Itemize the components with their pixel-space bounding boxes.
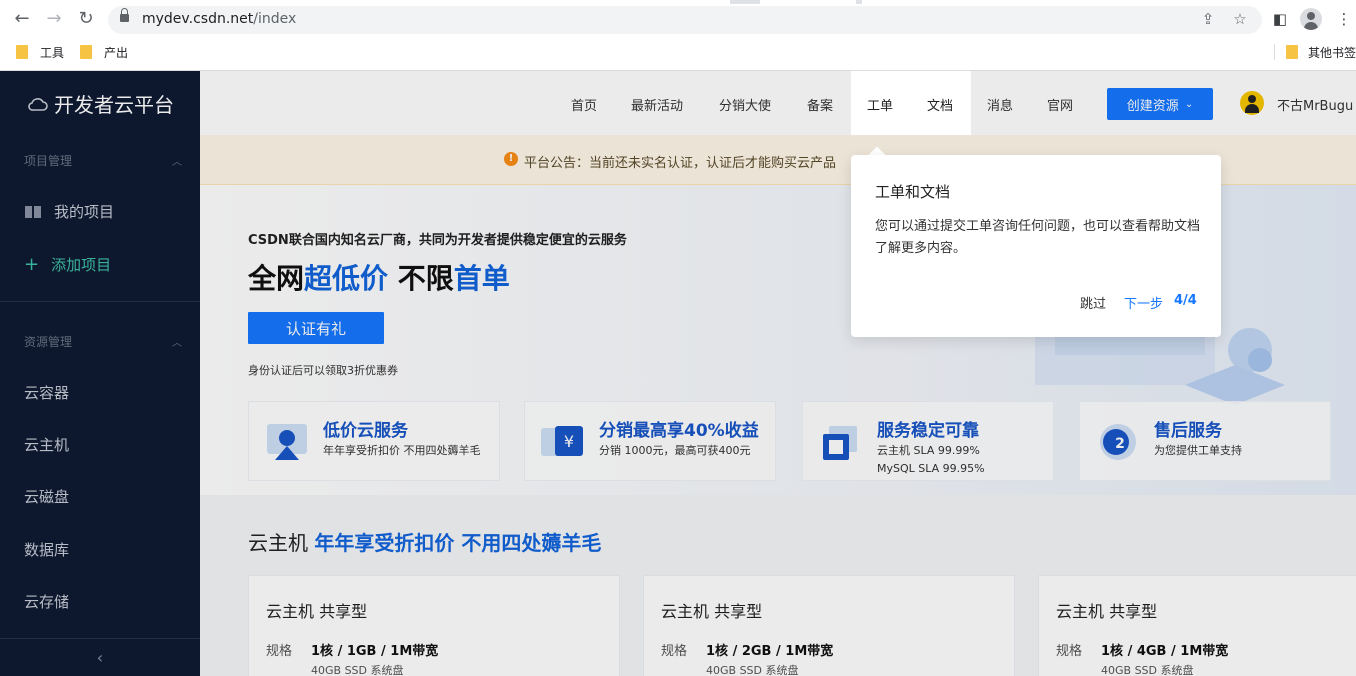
folder-icon xyxy=(1286,45,1298,59)
skip-button[interactable]: 跳过 xyxy=(1080,293,1106,312)
browser-chrome: ← → ↻ mydev.csdn.net/index ⇪ ☆ ◧ ⋮ 工具 产出… xyxy=(0,0,1356,71)
tour-highlight: 工单 文档 xyxy=(851,71,971,135)
folder-icon xyxy=(80,45,92,59)
tour-popover: 工单和文档 您可以通过提交工单咨询任何问题，也可以查看帮助文档了解更多内容。 跳… xyxy=(851,155,1221,337)
highlight-tickets[interactable]: 工单 xyxy=(867,95,893,114)
bookmark-star-icon[interactable]: ☆ xyxy=(1230,10,1250,28)
profile-icon[interactable] xyxy=(1299,7,1323,31)
menu-kebab-icon[interactable]: ⋮ xyxy=(1332,7,1356,31)
folder-icon xyxy=(16,45,28,59)
popover-title: 工单和文档 xyxy=(875,183,951,201)
lock-icon[interactable] xyxy=(120,8,129,22)
back-icon[interactable]: ← xyxy=(10,7,34,31)
highlight-docs[interactable]: 文档 xyxy=(927,95,953,114)
url-text[interactable]: mydev.csdn.net/index xyxy=(142,11,296,27)
address-bar[interactable]: mydev.csdn.net/index ⇪ ☆ xyxy=(108,6,1262,34)
step-counter: 4/4 xyxy=(1174,293,1197,308)
bookmarks-bar: 工具 产出 其他书签 xyxy=(0,38,1356,66)
bookmark-folder-tools[interactable]: 工具 xyxy=(16,43,64,61)
next-step-button[interactable]: 下一步 xyxy=(1124,293,1163,312)
bookmark-folder-output[interactable]: 产出 xyxy=(80,43,128,61)
forward-icon[interactable]: → xyxy=(42,7,66,31)
bookmark-folder-other[interactable]: 其他书签 xyxy=(1286,43,1356,61)
side-panel-icon[interactable]: ◧ xyxy=(1268,7,1292,31)
share-icon[interactable]: ⇪ xyxy=(1198,10,1218,28)
reload-icon[interactable]: ↻ xyxy=(74,7,98,31)
browser-toolbar: ← → ↻ mydev.csdn.net/index ⇪ ☆ ◧ ⋮ xyxy=(0,4,1356,36)
bookmarks-divider xyxy=(1274,44,1275,60)
popover-body: 您可以通过提交工单咨询任何问题，也可以查看帮助文档了解更多内容。 xyxy=(875,219,1201,256)
